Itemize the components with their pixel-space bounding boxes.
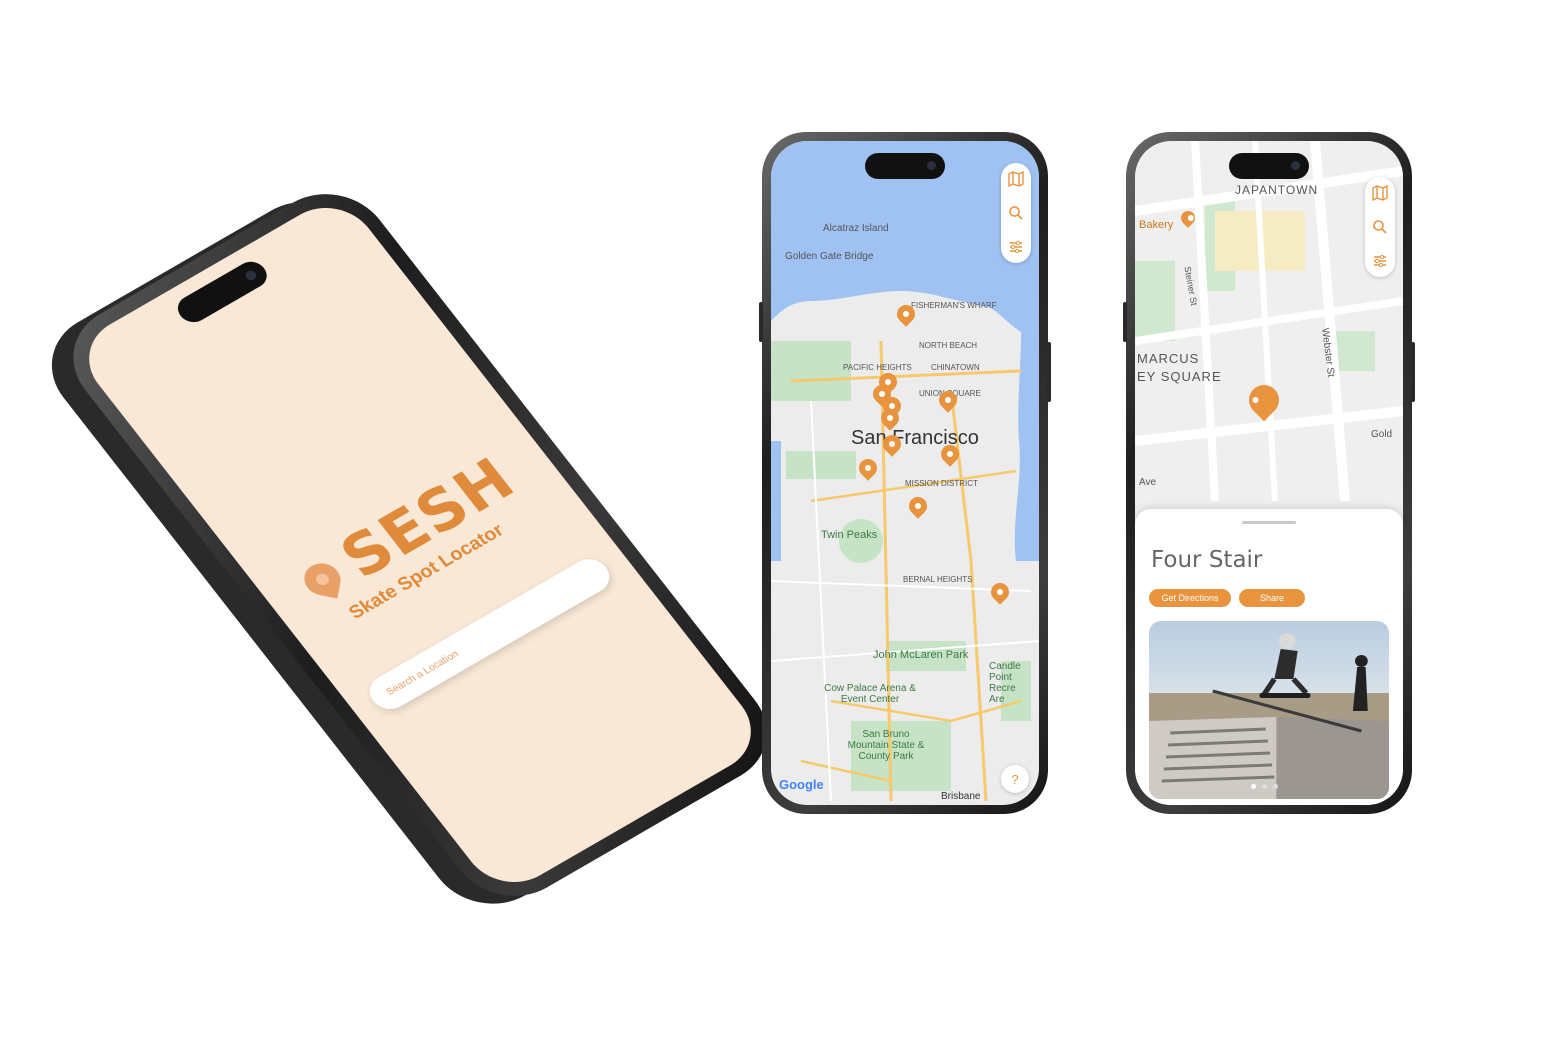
search-placeholder: Search a Location	[384, 648, 461, 698]
map-toolbar	[1365, 177, 1395, 277]
dynamic-island	[1229, 153, 1309, 179]
map-label: San Bruno Mountain State & County Park	[847, 729, 925, 762]
map-label: Bakery	[1139, 219, 1174, 231]
map-label: Gold	[1371, 429, 1393, 440]
map-label: Ave	[1139, 477, 1157, 488]
map-label: MARCUS	[1137, 351, 1200, 366]
location-pin-icon	[301, 560, 344, 599]
map-label: Candle Point Recre Are	[989, 661, 1021, 705]
map-label: John McLaren Park	[873, 649, 969, 661]
map-label: MISSION DISTRICT	[905, 479, 978, 488]
map-icon[interactable]	[1006, 169, 1026, 189]
filter-icon[interactable]	[1370, 251, 1390, 271]
city-label: San Francisco	[851, 427, 979, 449]
map-canvas[interactable]	[771, 141, 1039, 805]
phone-detail: JAPANTOWN Bakery Steiner St Webster St M…	[1123, 132, 1415, 814]
help-button[interactable]: ?	[1001, 765, 1029, 793]
spot-photo[interactable]	[1149, 621, 1389, 799]
phone-splash: SESH Skate Spot Locator Search a Locatio…	[27, 173, 792, 925]
map-label: NORTH BEACH	[919, 341, 978, 350]
get-directions-button[interactable]: Get Directions	[1149, 589, 1231, 607]
sheet-handle[interactable]	[1242, 521, 1296, 524]
map-label: Cow Palace Arena & Event Center	[824, 683, 916, 705]
dynamic-island	[172, 256, 273, 328]
detail-screen[interactable]: JAPANTOWN Bakery Steiner St Webster St M…	[1135, 141, 1403, 805]
map-label: FISHERMAN'S WHARF	[911, 301, 997, 310]
map-label: BERNAL HEIGHTS	[903, 575, 973, 584]
phone-map: Alcatraz Island Golden Gate Bridge FISHE…	[759, 132, 1051, 814]
dynamic-island	[865, 153, 945, 179]
spot-detail-sheet: Four Stair Get Directions Share	[1135, 509, 1403, 805]
map-label: Golden Gate Bridge	[785, 251, 874, 262]
map-screen[interactable]: Alcatraz Island Golden Gate Bridge FISHE…	[771, 141, 1039, 805]
spot-name: Four Stair	[1151, 547, 1263, 573]
map-label: PACIFIC HEIGHTS	[843, 363, 912, 372]
map-label: EY SQUARE	[1137, 369, 1222, 384]
share-button[interactable]: Share	[1239, 589, 1305, 607]
search-icon[interactable]	[1370, 217, 1390, 237]
search-icon[interactable]	[1006, 203, 1026, 223]
filter-icon[interactable]	[1006, 237, 1026, 257]
photo-carousel-dots[interactable]	[1251, 784, 1278, 789]
skater-image	[1149, 633, 1389, 799]
map-label: Alcatraz Island	[823, 223, 889, 234]
map-toolbar	[1001, 163, 1031, 263]
splash-screen: SESH Skate Spot Locator Search a Locatio…	[69, 191, 771, 899]
map-label: JAPANTOWN	[1235, 183, 1319, 197]
map-label: CHINATOWN	[931, 363, 980, 372]
map-label: Brisbane	[941, 791, 981, 802]
map-label: Twin Peaks	[821, 529, 878, 541]
map-icon[interactable]	[1370, 183, 1390, 203]
google-logo: Google	[779, 777, 824, 792]
